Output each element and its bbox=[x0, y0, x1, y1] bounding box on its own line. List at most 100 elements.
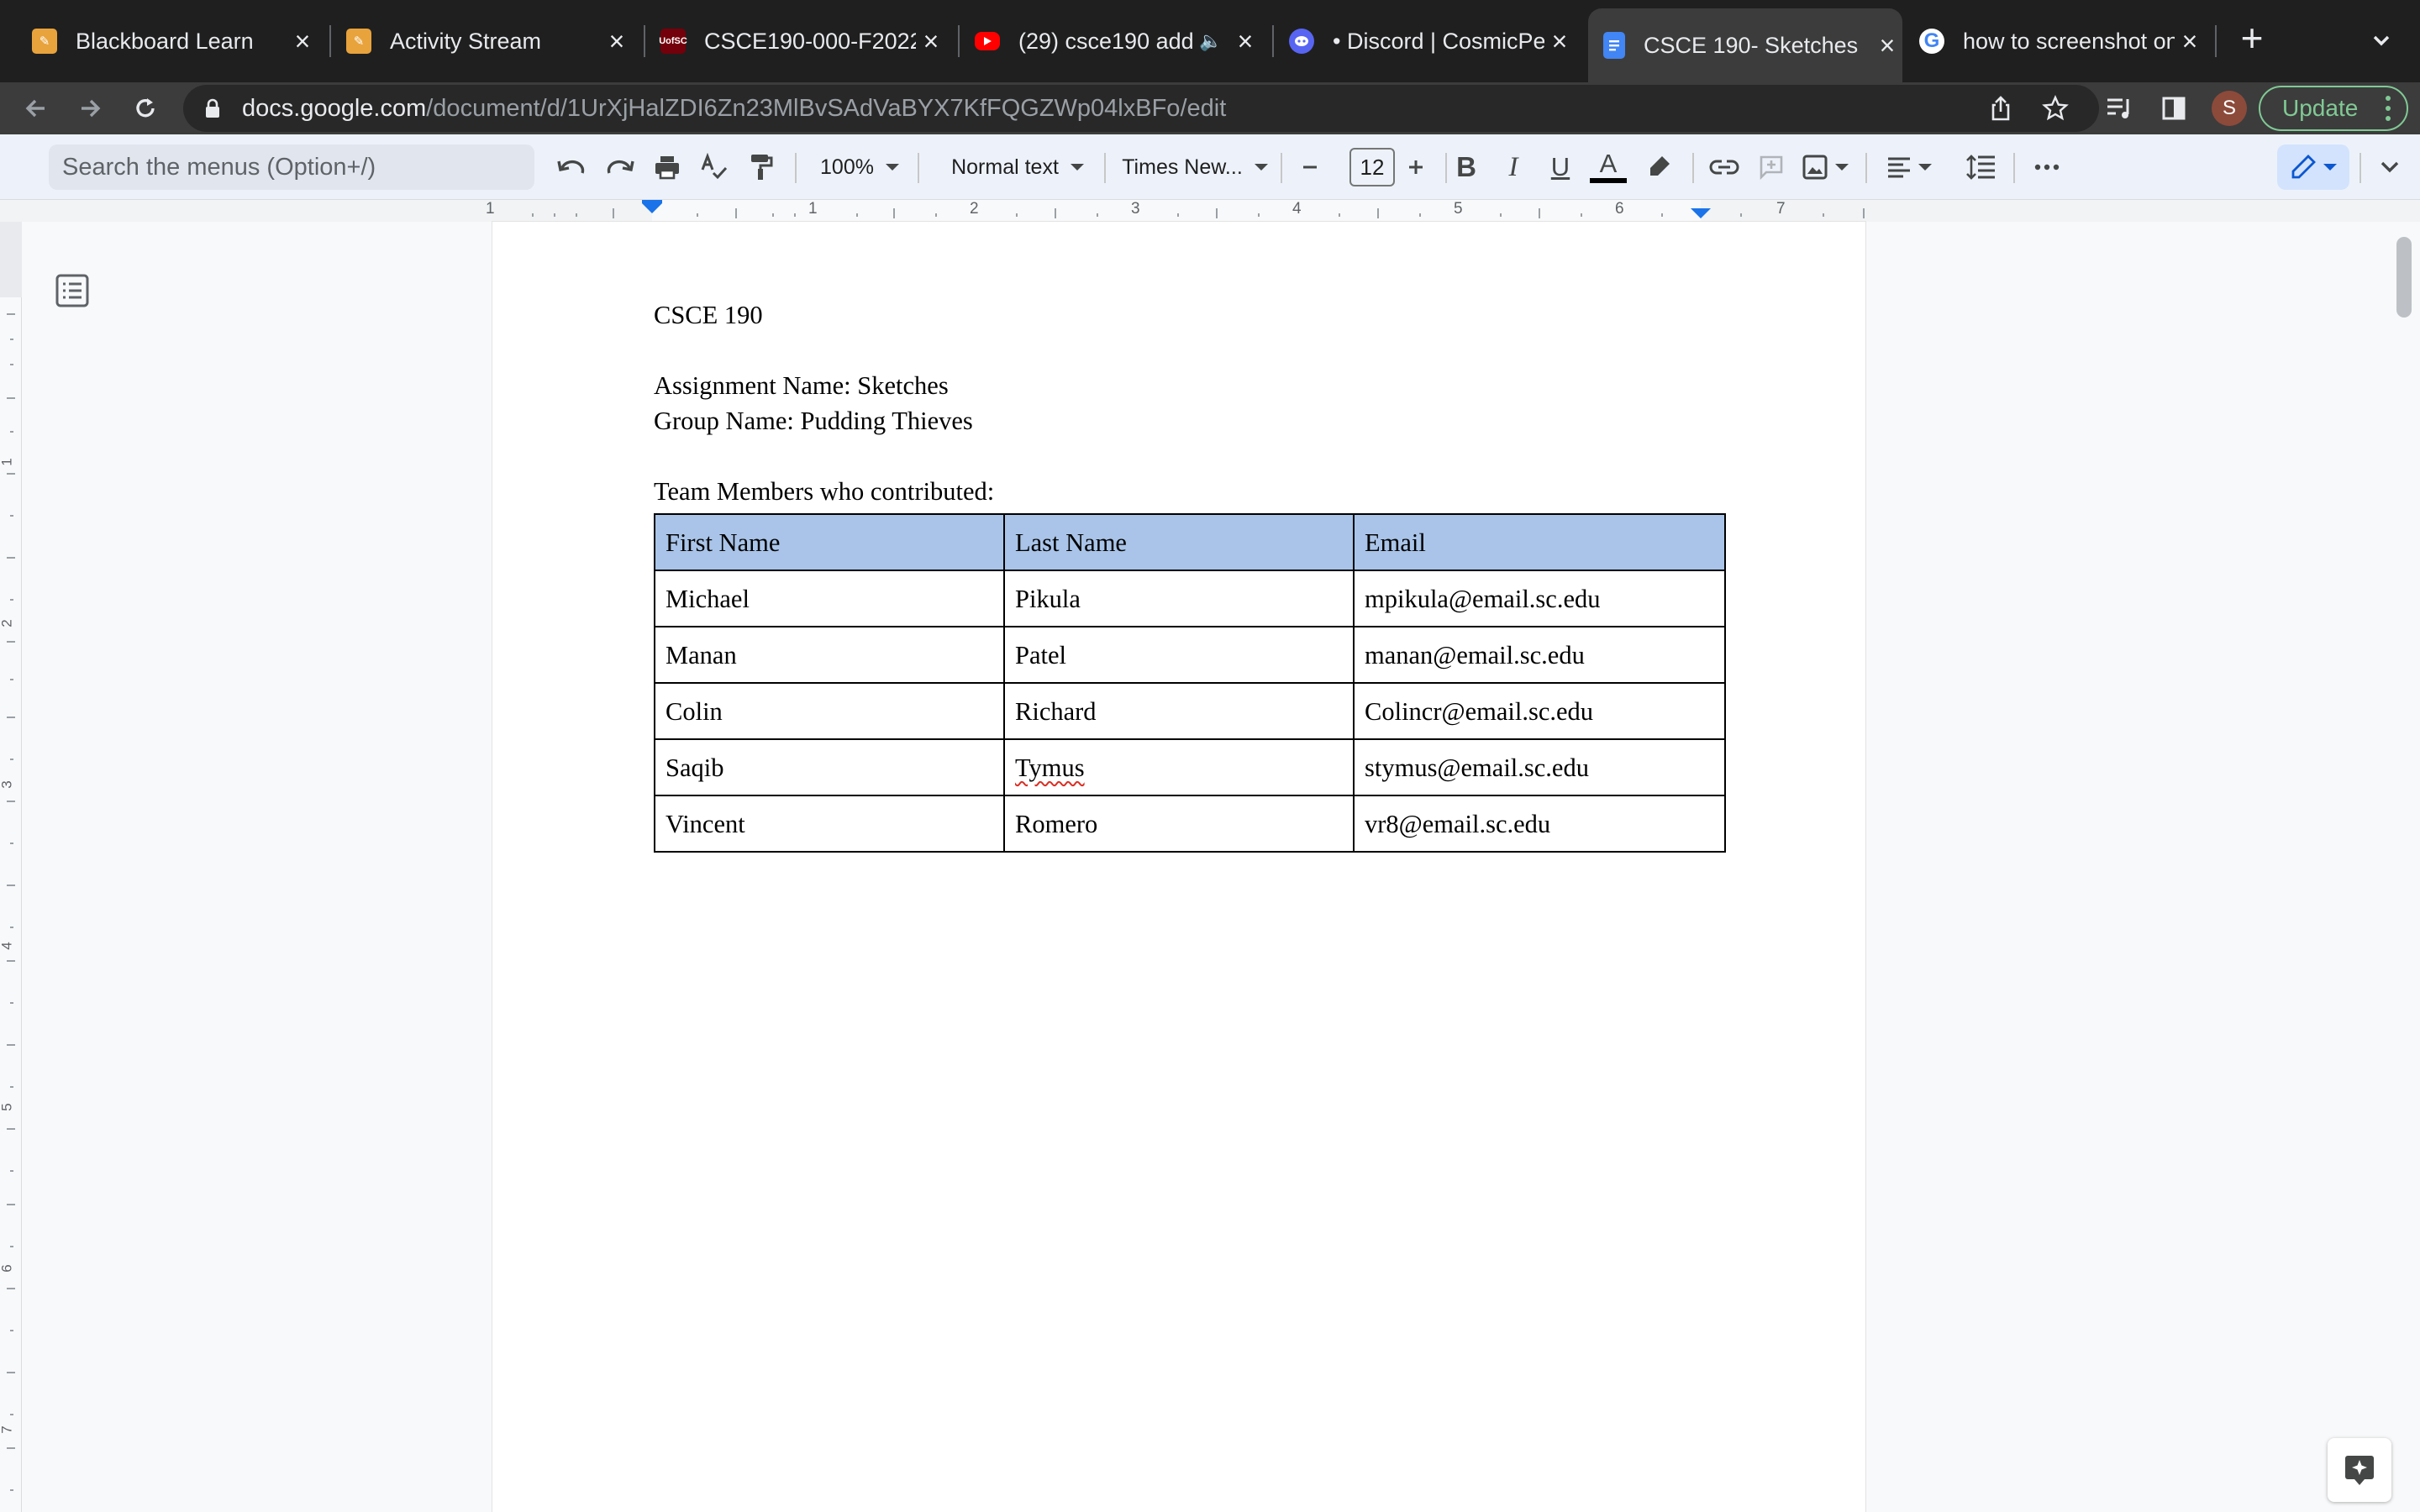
highlight-color-icon[interactable] bbox=[1640, 150, 1677, 185]
zoom-dropdown[interactable]: 100% bbox=[813, 150, 906, 185]
browser-toolbar: docs.google.com/document/d/1UrXjHalZDI6Z… bbox=[0, 82, 2420, 134]
table-header-cell[interactable]: Email bbox=[1353, 513, 1726, 571]
profile-avatar[interactable]: S bbox=[2212, 91, 2247, 126]
spellcheck-icon[interactable] bbox=[696, 150, 733, 185]
ruler-label: 4 bbox=[0, 942, 15, 950]
table-cell[interactable]: Michael bbox=[654, 570, 1005, 627]
add-comment-icon[interactable] bbox=[1753, 150, 1790, 185]
table-cell[interactable]: stymus@email.sc.edu bbox=[1353, 738, 1726, 796]
table-cell[interactable]: Pikula bbox=[1003, 570, 1355, 627]
insert-image-dropdown[interactable] bbox=[1798, 150, 1852, 185]
document-body[interactable]: CSCE 190 Assignment Name: Sketches Group… bbox=[654, 297, 1729, 853]
text-color-icon[interactable]: A bbox=[1588, 150, 1628, 185]
print-icon[interactable] bbox=[649, 150, 686, 185]
close-tab-icon[interactable]: × bbox=[916, 26, 946, 57]
italic-icon[interactable]: I bbox=[1496, 150, 1531, 185]
close-tab-icon[interactable]: × bbox=[1230, 26, 1260, 57]
tab-title: (29) csce190 add bbox=[1018, 28, 1194, 54]
table-cell[interactable]: mpikula@email.sc.edu bbox=[1353, 570, 1726, 627]
close-tab-icon[interactable]: × bbox=[1544, 26, 1575, 57]
undo-icon[interactable] bbox=[553, 150, 590, 185]
google-favicon-icon: G bbox=[1919, 29, 1944, 54]
table-header-cell[interactable]: Last Name bbox=[1003, 513, 1355, 571]
close-tab-icon[interactable]: × bbox=[602, 26, 632, 57]
table-cell[interactable]: Tymus bbox=[1003, 738, 1355, 796]
table-cell[interactable]: vr8@email.sc.edu bbox=[1353, 795, 1726, 853]
align-dropdown[interactable] bbox=[1882, 150, 1936, 185]
table-cell[interactable]: Manan bbox=[654, 626, 1005, 684]
caret-down-icon bbox=[2323, 164, 2337, 171]
share-icon[interactable] bbox=[1988, 95, 2013, 126]
speaker-playing-icon[interactable]: 🔈 bbox=[1198, 30, 1223, 52]
line-spacing-icon[interactable] bbox=[1963, 150, 2000, 185]
back-arrow-icon[interactable] bbox=[18, 91, 54, 126]
lock-icon[interactable] bbox=[202, 97, 224, 119]
youtube-favicon-icon bbox=[975, 32, 1000, 50]
ruler-label: 3 bbox=[1131, 200, 1140, 218]
table-cell[interactable]: Saqib bbox=[654, 738, 1005, 796]
tab-csce190-sketches-active[interactable]: CSCE 190- Sketches × bbox=[1588, 8, 1902, 82]
table-cell[interactable]: manan@email.sc.edu bbox=[1353, 626, 1726, 684]
tab-csce190-course[interactable]: UofSC CSCE190-000-F2022 × bbox=[659, 10, 946, 72]
ruler-label: 4 bbox=[1292, 200, 1302, 218]
paragraph-style-dropdown[interactable]: Normal text bbox=[939, 150, 1096, 185]
redo-icon[interactable] bbox=[602, 150, 639, 185]
bold-icon[interactable]: B bbox=[1449, 150, 1484, 185]
misspelled-word[interactable]: Tymus bbox=[1015, 753, 1085, 782]
table-header-cell[interactable]: First Name bbox=[654, 513, 1005, 571]
tab-youtube[interactable]: (29) csce190 add 🔈 × bbox=[975, 10, 1260, 72]
more-vertical-icon[interactable] bbox=[2385, 94, 2391, 129]
table-cell[interactable]: Romero bbox=[1003, 795, 1355, 853]
team-members-table[interactable]: First Name Last Name Email Michael Pikul… bbox=[654, 513, 1726, 853]
font-family-dropdown[interactable]: Times New... bbox=[1118, 150, 1272, 185]
toolbar-separator bbox=[1445, 153, 1447, 183]
pencil-favicon-icon: ✎ bbox=[32, 29, 57, 54]
new-tab-plus-icon[interactable]: + bbox=[2233, 18, 2270, 60]
table-cell[interactable]: Patel bbox=[1003, 626, 1355, 684]
update-button[interactable]: Update bbox=[2259, 86, 2408, 131]
underline-icon[interactable]: U bbox=[1543, 150, 1578, 185]
update-label: Update bbox=[2282, 95, 2359, 121]
horizontal-ruler[interactable]: 1 1 2 3 4 5 6 7 bbox=[0, 200, 2420, 222]
bookmark-star-icon[interactable] bbox=[2042, 95, 2069, 126]
reload-icon[interactable] bbox=[128, 91, 163, 126]
hide-menus-chevron-icon[interactable] bbox=[2371, 150, 2408, 185]
tab-title: Blackboard Learn bbox=[76, 28, 254, 54]
editing-mode-dropdown[interactable] bbox=[2277, 144, 2349, 190]
side-panel-icon[interactable] bbox=[2156, 91, 2191, 126]
align-left-icon bbox=[1888, 157, 1910, 178]
media-queue-icon[interactable] bbox=[2102, 91, 2138, 126]
table-cell[interactable]: Vincent bbox=[654, 795, 1005, 853]
close-tab-icon[interactable]: × bbox=[2175, 26, 2205, 57]
increase-font-size-icon[interactable] bbox=[1397, 150, 1435, 185]
address-bar[interactable]: docs.google.com/document/d/1UrXjHalZDI6Z… bbox=[183, 85, 2099, 132]
vertical-ruler[interactable]: 1 2 3 4 5 6 7 bbox=[0, 222, 22, 1512]
menu-search-placeholder: Search the menus (Option+/) bbox=[62, 153, 376, 181]
table-cell[interactable]: Richard bbox=[1003, 682, 1355, 740]
paint-format-icon[interactable] bbox=[743, 150, 780, 185]
usc-favicon-icon: UofSC bbox=[659, 29, 687, 54]
tab-search-chevron-icon[interactable] bbox=[2368, 27, 2395, 54]
more-options-icon[interactable] bbox=[2028, 150, 2065, 185]
menu-search-input[interactable]: Search the menus (Option+/) bbox=[49, 144, 534, 190]
decrease-font-size-icon[interactable] bbox=[1289, 150, 1331, 185]
font-size-input[interactable]: 12 bbox=[1349, 148, 1395, 186]
vertical-scrollbar-thumb[interactable] bbox=[2396, 237, 2412, 318]
explore-button[interactable] bbox=[2328, 1438, 2391, 1502]
text-color-swatch bbox=[1590, 178, 1627, 183]
caret-down-icon bbox=[1835, 164, 1849, 171]
tab-activity-stream[interactable]: ✎ Activity Stream × bbox=[346, 10, 632, 72]
tab-separator bbox=[958, 25, 960, 57]
table-cell[interactable]: Colin bbox=[654, 682, 1005, 740]
document-outline-icon[interactable] bbox=[55, 274, 89, 307]
forward-arrow-icon[interactable] bbox=[72, 91, 108, 126]
table-cell[interactable]: Colincr@email.sc.edu bbox=[1353, 682, 1726, 740]
tab-google-search[interactable]: G how to screenshot on × bbox=[1919, 10, 2205, 72]
close-tab-icon[interactable]: × bbox=[1872, 30, 1902, 61]
tab-blackboard-learn[interactable]: ✎ Blackboard Learn × bbox=[32, 10, 318, 72]
tab-discord[interactable]: • Discord | CosmicPe × bbox=[1289, 10, 1575, 72]
insert-link-icon[interactable] bbox=[1706, 150, 1743, 185]
close-tab-icon[interactable]: × bbox=[287, 26, 318, 57]
ruler-label: 5 bbox=[0, 1103, 15, 1111]
tab-title: CSCE 190- Sketches bbox=[1644, 32, 1859, 58]
